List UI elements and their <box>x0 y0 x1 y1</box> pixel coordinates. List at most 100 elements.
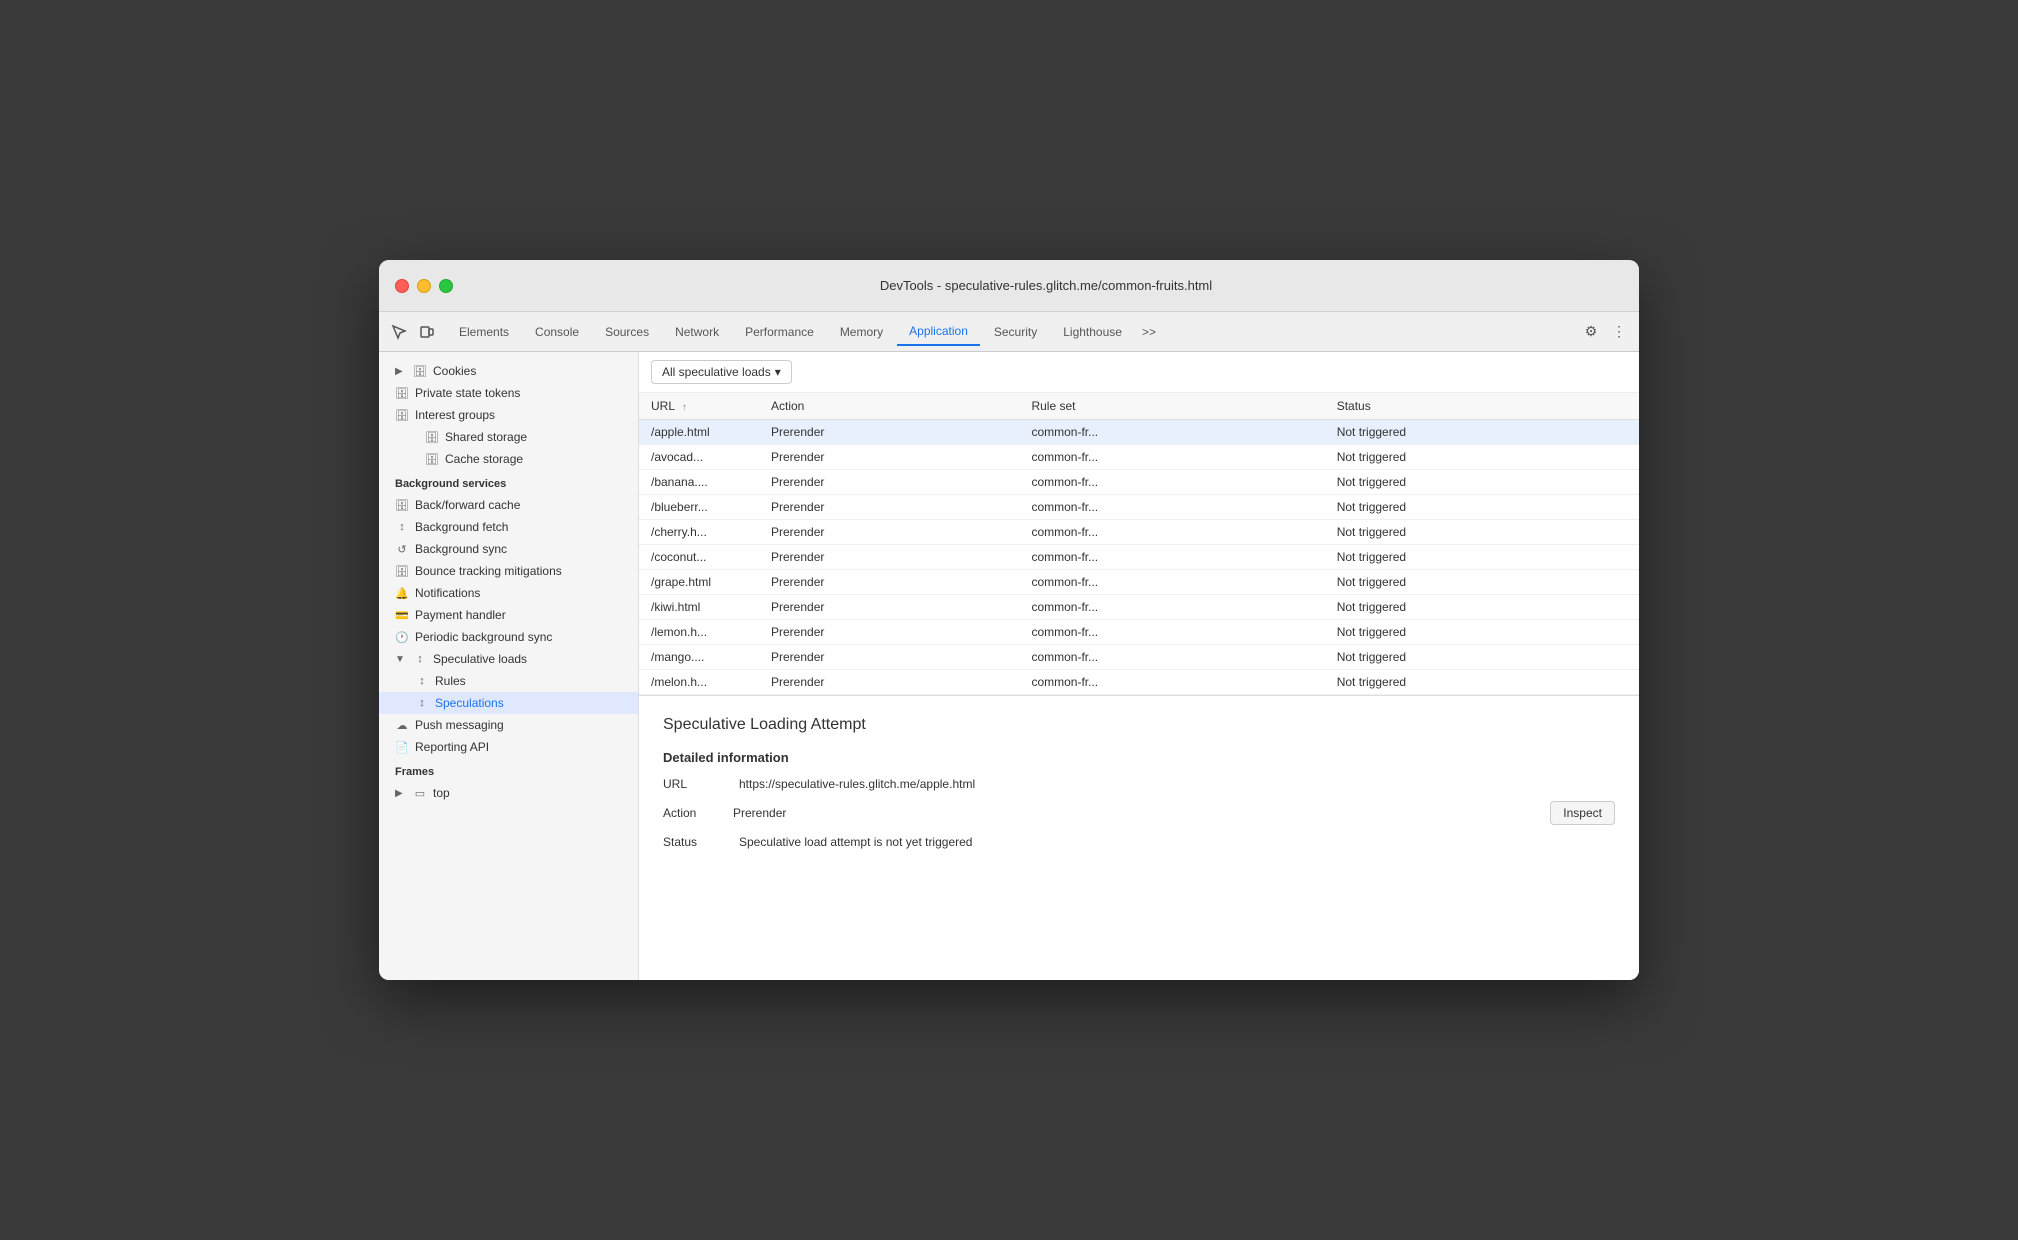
rules-icon: ↕ <box>415 674 429 688</box>
shared-storage-db-icon: 🗄 <box>425 430 439 444</box>
table-row[interactable]: /mango....Prerendercommon-fr...Not trigg… <box>639 645 1639 670</box>
table-row[interactable]: /kiwi.htmlPrerendercommon-fr...Not trigg… <box>639 595 1639 620</box>
table-row[interactable]: /banana....Prerendercommon-fr...Not trig… <box>639 470 1639 495</box>
table-cell-ruleset-5: common-fr... <box>1019 545 1324 570</box>
table-cell-ruleset-4: common-fr... <box>1019 520 1324 545</box>
table-row[interactable]: /blueberr...Prerendercommon-fr...Not tri… <box>639 495 1639 520</box>
sidebar-item-rules[interactable]: ↕ Rules <box>379 670 638 692</box>
sidebar-item-back-forward-cache[interactable]: 🗄 Back/forward cache <box>379 494 638 516</box>
detail-status-value: Speculative load attempt is not yet trig… <box>739 835 1615 849</box>
table-cell-url-2: /banana.... <box>639 470 759 495</box>
table-cell-action-3: Prerender <box>759 495 1019 520</box>
main-content: All speculative loads ▾ URL ↑ Act <box>639 352 1639 980</box>
sidebar-item-label-speculative-loads: Speculative loads <box>433 652 527 666</box>
sidebar-item-label-private-state: Private state tokens <box>415 386 520 400</box>
sidebar-item-interest-groups[interactable]: 🗄 Interest groups <box>379 404 638 426</box>
sidebar-item-label-cookies: Cookies <box>433 364 476 378</box>
detail-status-label: Status <box>663 835 723 849</box>
table-cell-ruleset-7: common-fr... <box>1019 595 1324 620</box>
tab-console[interactable]: Console <box>523 319 591 345</box>
sidebar-item-top-frame[interactable]: ▶ ▭ top <box>379 782 638 804</box>
sidebar-item-label-background-fetch: Background fetch <box>415 520 508 534</box>
detail-url-value: https://speculative-rules.glitch.me/appl… <box>739 777 1615 791</box>
table-row[interactable]: /coconut...Prerendercommon-fr...Not trig… <box>639 545 1639 570</box>
speculations-icon: ↕ <box>415 696 429 710</box>
table-row[interactable]: /cherry.h...Prerendercommon-fr...Not tri… <box>639 520 1639 545</box>
detail-panel: Speculative Loading Attempt Detailed inf… <box>639 695 1639 980</box>
titlebar: DevTools - speculative-rules.glitch.me/c… <box>379 260 1639 312</box>
tab-elements[interactable]: Elements <box>447 319 521 345</box>
sidebar-item-speculations[interactable]: ↕ Speculations <box>379 692 638 714</box>
filter-dropdown-arrow-icon: ▾ <box>775 365 781 379</box>
detail-section-title: Detailed information <box>663 750 1615 765</box>
sidebar-item-bounce-tracking[interactable]: 🗄 Bounce tracking mitigations <box>379 560 638 582</box>
periodic-bg-sync-icon: 🕐 <box>395 630 409 644</box>
more-options-icon[interactable] <box>1607 320 1631 344</box>
sidebar-item-label-shared-storage: Shared storage <box>445 430 527 444</box>
tab-application[interactable]: Application <box>897 318 980 346</box>
tab-memory[interactable]: Memory <box>828 319 895 345</box>
table-cell-status-3: Not triggered <box>1325 495 1639 520</box>
device-toolbar-icon[interactable] <box>415 320 439 344</box>
table-cell-status-6: Not triggered <box>1325 570 1639 595</box>
filter-bar: All speculative loads ▾ <box>639 352 1639 393</box>
table-cell-url-7: /kiwi.html <box>639 595 759 620</box>
sidebar-item-label-cache-storage: Cache storage <box>445 452 523 466</box>
tab-lighthouse[interactable]: Lighthouse <box>1051 319 1134 345</box>
table-cell-status-4: Not triggered <box>1325 520 1639 545</box>
table-row[interactable]: /lemon.h...Prerendercommon-fr...Not trig… <box>639 620 1639 645</box>
devtools-body: ▶ 🗄 Cookies 🗄 Private state tokens 🗄 Int… <box>379 352 1639 980</box>
sidebar-item-background-fetch[interactable]: ↕ Background fetch <box>379 516 638 538</box>
notifications-icon: 🔔 <box>395 586 409 600</box>
sidebar-item-payment-handler[interactable]: 💳 Payment handler <box>379 604 638 626</box>
tab-performance[interactable]: Performance <box>733 319 826 345</box>
sidebar-item-periodic-background-sync[interactable]: 🕐 Periodic background sync <box>379 626 638 648</box>
sidebar-item-label-back-forward-cache: Back/forward cache <box>415 498 520 512</box>
minimize-button[interactable] <box>417 279 431 293</box>
sidebar-item-cookies[interactable]: ▶ 🗄 Cookies <box>379 360 638 382</box>
table-cell-status-8: Not triggered <box>1325 620 1639 645</box>
maximize-button[interactable] <box>439 279 453 293</box>
reporting-api-icon: 📄 <box>395 740 409 754</box>
table-cell-action-1: Prerender <box>759 445 1019 470</box>
sidebar-item-label-speculations: Speculations <box>435 696 504 710</box>
sidebar-item-push-messaging[interactable]: ☁ Push messaging <box>379 714 638 736</box>
table-cell-status-2: Not triggered <box>1325 470 1639 495</box>
table-cell-ruleset-1: common-fr... <box>1019 445 1324 470</box>
interest-groups-db-icon: 🗄 <box>395 408 409 422</box>
table-cell-status-0: Not triggered <box>1325 420 1639 445</box>
detail-status-row: Status Speculative load attempt is not y… <box>663 835 1615 849</box>
sidebar-item-label-bounce-tracking: Bounce tracking mitigations <box>415 564 562 578</box>
detail-action-value: Prerender <box>733 806 1540 820</box>
more-tabs-button[interactable]: >> <box>1136 321 1162 343</box>
sidebar-item-reporting-api[interactable]: 📄 Reporting API <box>379 736 638 758</box>
table-row[interactable]: /avocad...Prerendercommon-fr...Not trigg… <box>639 445 1639 470</box>
speculative-loads-filter-dropdown[interactable]: All speculative loads ▾ <box>651 360 792 384</box>
speculative-loads-table: URL ↑ Action Rule set Status <box>639 393 1639 695</box>
sidebar-item-label-payment-handler: Payment handler <box>415 608 506 622</box>
devtools-tab-bar: Elements Console Sources Network Perform… <box>379 312 1639 352</box>
table-cell-action-5: Prerender <box>759 545 1019 570</box>
table-cell-url-1: /avocad... <box>639 445 759 470</box>
sidebar-item-cache-storage[interactable]: ▶ 🗄 Cache storage <box>379 448 638 470</box>
inspect-element-icon[interactable] <box>387 320 411 344</box>
background-services-label: Background services <box>379 470 638 494</box>
inspect-button[interactable]: Inspect <box>1550 801 1615 825</box>
sidebar-item-speculative-loads[interactable]: ▼ ↕ Speculative loads <box>379 648 638 670</box>
sidebar-item-private-state-tokens[interactable]: 🗄 Private state tokens <box>379 382 638 404</box>
table-row[interactable]: /apple.htmlPrerendercommon-fr...Not trig… <box>639 420 1639 445</box>
sidebar-item-background-sync[interactable]: ↺ Background sync <box>379 538 638 560</box>
tab-network[interactable]: Network <box>663 319 731 345</box>
table-cell-ruleset-8: common-fr... <box>1019 620 1324 645</box>
settings-icon[interactable] <box>1579 320 1603 344</box>
sidebar-item-notifications[interactable]: 🔔 Notifications <box>379 582 638 604</box>
tab-sources[interactable]: Sources <box>593 319 661 345</box>
table-cell-action-0: Prerender <box>759 420 1019 445</box>
cookies-arrow-icon: ▶ <box>395 366 407 377</box>
table-row[interactable]: /grape.htmlPrerendercommon-fr...Not trig… <box>639 570 1639 595</box>
detail-action-label: Action <box>663 806 723 820</box>
close-button[interactable] <box>395 279 409 293</box>
sidebar-item-shared-storage[interactable]: ▶ 🗄 Shared storage <box>379 426 638 448</box>
table-row[interactable]: /melon.h...Prerendercommon-fr...Not trig… <box>639 670 1639 695</box>
tab-security[interactable]: Security <box>982 319 1049 345</box>
